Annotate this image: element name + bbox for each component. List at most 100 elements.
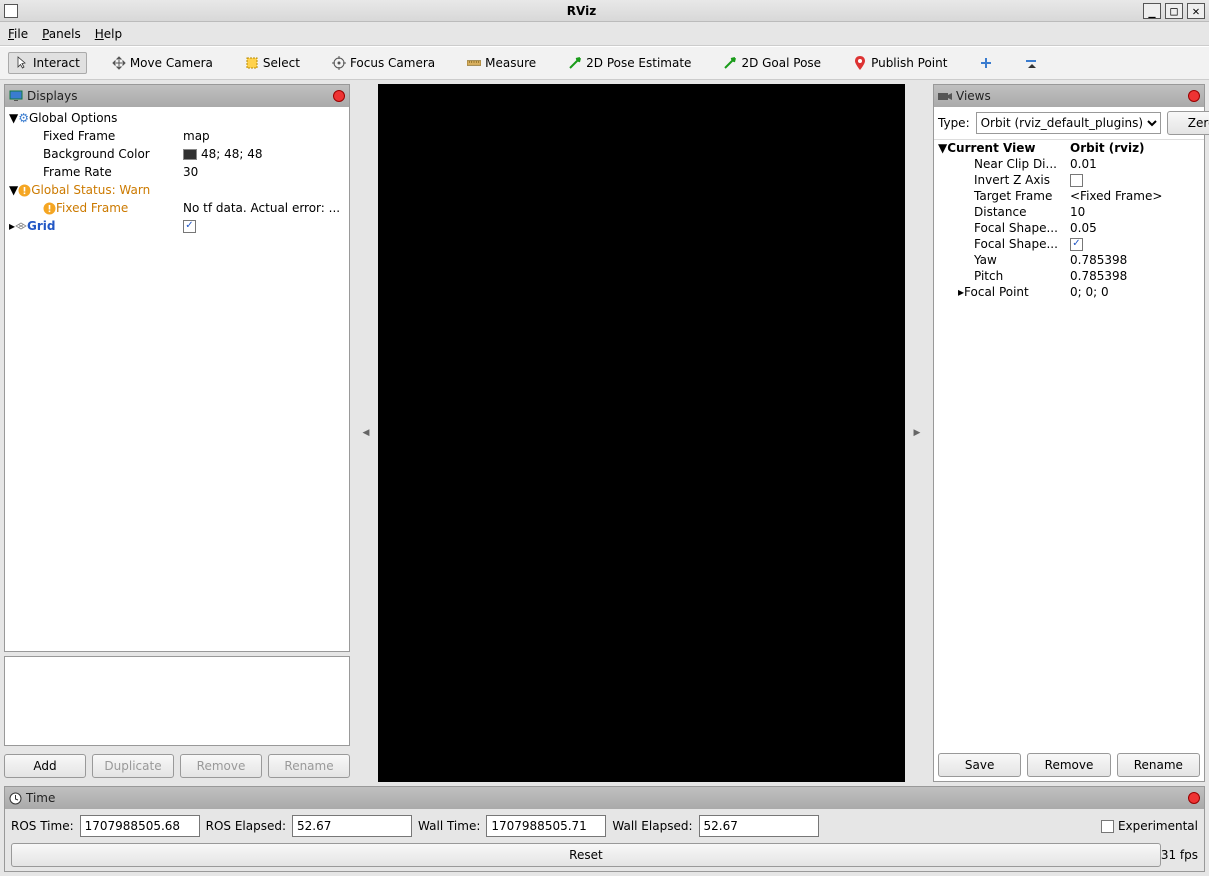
views-tree[interactable]: ▼ Current View Orbit (rviz) Near Clip Di… — [934, 140, 1204, 749]
time-row: ROS Time: ROS Elapsed: Wall Time: Wall E… — [11, 815, 1198, 837]
window-close-button[interactable]: ✕ — [1187, 3, 1205, 19]
near-clip-value[interactable]: 0.01 — [1070, 156, 1097, 172]
toolbar-add-tool[interactable] — [972, 52, 1000, 74]
pitch-label: Pitch — [974, 268, 1003, 284]
ros-time-input[interactable] — [80, 815, 200, 837]
remove-view-button[interactable]: Remove — [1027, 753, 1110, 777]
panel-close-button[interactable] — [333, 90, 345, 102]
panel-close-button[interactable] — [1188, 90, 1200, 102]
tool-focus-camera[interactable]: Focus Camera — [325, 52, 442, 74]
fixed-frame-value[interactable]: map — [183, 127, 210, 145]
window-minimize-button[interactable]: _ — [1143, 3, 1161, 19]
window-title: RViz — [24, 4, 1139, 18]
grid-enabled-checkbox[interactable]: ✓ — [183, 220, 196, 233]
add-display-button[interactable]: Add — [4, 754, 86, 778]
toolbar: Interact Move Camera Select Focus Camera… — [0, 46, 1209, 80]
yaw-value[interactable]: 0.785398 — [1070, 252, 1127, 268]
tool-measure[interactable]: Measure — [460, 52, 543, 74]
time-row-2: Reset 31 fps — [11, 843, 1198, 867]
time-panel-title: Time — [26, 791, 1184, 805]
tool-move-camera[interactable]: Move Camera — [105, 52, 220, 74]
displays-tree[interactable]: ▼ ⚙ Global Options Fixed Frame map Backg… — [5, 107, 349, 651]
time-panel-header[interactable]: Time — [5, 787, 1204, 809]
tool-2d-pose-estimate-label: 2D Pose Estimate — [586, 56, 691, 70]
views-panel-title: Views — [956, 89, 1184, 103]
frame-rate-label: Frame Rate — [43, 163, 112, 181]
menu-panels[interactable]: Panels — [42, 27, 81, 41]
experimental-label: Experimental — [1118, 819, 1198, 833]
views-buttons: Save Remove Rename — [934, 749, 1204, 781]
status-fixed-frame-label: Fixed Frame — [56, 199, 128, 217]
zero-button[interactable]: Zero — [1167, 111, 1209, 135]
expander-icon[interactable]: ▼ — [9, 181, 18, 199]
remove-display-button: Remove — [180, 754, 262, 778]
target-frame-label: Target Frame — [974, 188, 1052, 204]
main-area: Displays ▼ ⚙ Global Options Fixed Frame … — [0, 80, 1209, 786]
near-clip-label: Near Clip Di... — [974, 156, 1057, 172]
invert-z-checkbox[interactable] — [1070, 174, 1083, 187]
view-type-select[interactable]: Orbit (rviz_default_plugins) — [976, 112, 1161, 134]
right-splitter-handle[interactable]: ▶ — [913, 421, 921, 445]
warning-icon — [18, 184, 31, 197]
tool-move-camera-label: Move Camera — [130, 56, 213, 70]
focal-shape-size-label: Focal Shape... — [974, 220, 1058, 236]
experimental-checkbox[interactable] — [1101, 820, 1114, 833]
window-maximize-button[interactable]: □ — [1165, 3, 1183, 19]
tool-interact[interactable]: Interact — [8, 52, 87, 74]
menu-help[interactable]: Help — [95, 27, 122, 41]
expander-icon[interactable]: ▼ — [938, 140, 947, 156]
warning-icon — [43, 202, 56, 215]
panel-close-button[interactable] — [1188, 792, 1200, 804]
wall-elapsed-label: Wall Elapsed: — [612, 819, 692, 833]
cursor-icon — [15, 56, 29, 70]
tool-2d-pose-estimate[interactable]: 2D Pose Estimate — [561, 52, 698, 74]
target-frame-value[interactable]: <Fixed Frame> — [1070, 188, 1162, 204]
grid-display-label[interactable]: Grid — [27, 217, 55, 235]
displays-panel-header[interactable]: Displays — [5, 85, 349, 107]
tool-publish-point[interactable]: Publish Point — [846, 52, 954, 74]
distance-label: Distance — [974, 204, 1026, 220]
yaw-label: Yaw — [974, 252, 997, 268]
wall-time-input[interactable] — [486, 815, 606, 837]
ros-time-label: ROS Time: — [11, 819, 74, 833]
focal-point-value[interactable]: 0; 0; 0 — [1070, 284, 1109, 300]
pin-icon — [853, 56, 867, 70]
views-controls: Type: Orbit (rviz_default_plugins) Zero — [934, 107, 1204, 140]
focal-shape-fixed-label: Focal Shape... — [974, 236, 1058, 252]
left-splitter-handle[interactable]: ◀ — [362, 421, 370, 445]
plus-icon — [979, 56, 993, 70]
wall-time-label: Wall Time: — [418, 819, 480, 833]
wall-elapsed-input[interactable] — [699, 815, 819, 837]
tool-select[interactable]: Select — [238, 52, 307, 74]
save-view-button[interactable]: Save — [938, 753, 1021, 777]
toolbar-remove-tool[interactable] — [1018, 52, 1046, 74]
expander-icon[interactable]: ▼ — [9, 109, 18, 127]
ros-elapsed-label: ROS Elapsed: — [206, 819, 286, 833]
focal-shape-size-value[interactable]: 0.05 — [1070, 220, 1097, 236]
gear-icon: ⚙ — [18, 109, 29, 127]
arrow-green-icon — [568, 56, 582, 70]
reset-time-button[interactable]: Reset — [11, 843, 1161, 867]
global-status-label: Global Status: Warn — [31, 181, 150, 199]
3d-viewport[interactable] — [378, 84, 905, 782]
pitch-value[interactable]: 0.785398 — [1070, 268, 1127, 284]
view-type-label: Type: — [938, 116, 970, 130]
clock-icon — [9, 792, 22, 805]
frame-rate-value[interactable]: 30 — [183, 163, 198, 181]
color-swatch[interactable] — [183, 149, 197, 160]
invert-z-label: Invert Z Axis — [974, 172, 1050, 188]
rename-view-button[interactable]: Rename — [1117, 753, 1200, 777]
tool-2d-goal-pose[interactable]: 2D Goal Pose — [716, 52, 828, 74]
ros-elapsed-input[interactable] — [292, 815, 412, 837]
displays-panel: Displays ▼ ⚙ Global Options Fixed Frame … — [4, 84, 350, 652]
focal-shape-fixed-checkbox[interactable]: ✓ — [1070, 238, 1083, 251]
views-panel-header[interactable]: Views — [934, 85, 1204, 107]
ruler-icon — [467, 56, 481, 70]
menu-file[interactable]: File — [8, 27, 28, 41]
duplicate-display-button: Duplicate — [92, 754, 174, 778]
minus-icon — [1025, 56, 1039, 70]
background-color-value[interactable]: 48; 48; 48 — [201, 145, 263, 163]
background-color-label: Background Color — [43, 145, 150, 163]
global-options-label: Global Options — [29, 109, 117, 127]
distance-value[interactable]: 10 — [1070, 204, 1085, 220]
